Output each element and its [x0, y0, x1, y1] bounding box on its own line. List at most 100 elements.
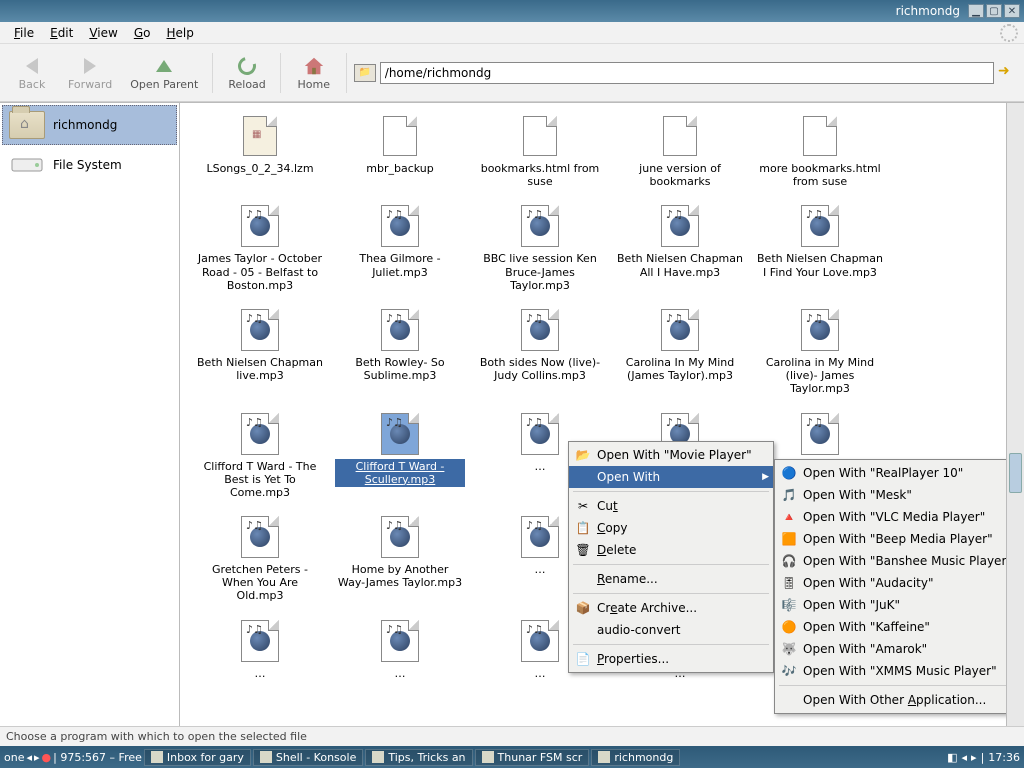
place-label: richmondg — [53, 118, 117, 132]
file-item[interactable]: ♪♫Carolina in My Mind (live)- James Tayl… — [750, 307, 890, 397]
file-name: Both sides Now (live)- Judy Collins.mp3 — [475, 355, 605, 383]
file-icon: ▦ — [237, 113, 283, 159]
task-icon — [151, 751, 163, 763]
back-button[interactable]: Back — [6, 52, 58, 93]
forward-button[interactable]: Forward — [60, 52, 120, 93]
menu-view[interactable]: View — [81, 24, 125, 42]
menu-edit[interactable]: Edit — [42, 24, 81, 42]
reload-button[interactable]: Reload — [220, 52, 273, 93]
file-name: … — [533, 459, 548, 474]
file-name: … — [393, 666, 408, 681]
ctx-properties[interactable]: 📄Properties... — [569, 648, 773, 670]
file-item[interactable]: ♪♫Thea Gilmore - Juliet.mp3 — [330, 203, 470, 293]
ctx-rename[interactable]: Rename... — [569, 568, 773, 590]
window-close-button[interactable]: ✕ — [1004, 4, 1020, 18]
workspace-pager[interactable]: one ◂ ▸ — [4, 751, 40, 764]
file-name: James Taylor - October Road - 05 - Belfa… — [195, 251, 325, 293]
ctx-create-archive[interactable]: 📦Create Archive... — [569, 597, 773, 619]
file-item[interactable]: ♪♫Beth Nielsen Chapman I Find Your Love.… — [750, 203, 890, 293]
submenu-open-with-app[interactable]: 🎶Open With "XMMS Music Player" — [775, 660, 1006, 682]
submenu-open-with-app[interactable]: 🎚Open With "Audacity" — [775, 572, 1006, 594]
home-button[interactable]: Home — [288, 52, 340, 93]
submenu-open-with-app[interactable]: 🟧Open With "Beep Media Player" — [775, 528, 1006, 550]
file-icon: ♪♫ — [517, 618, 563, 664]
file-item[interactable]: ♪♫Carolina In My Mind (James Taylor).mp3 — [610, 307, 750, 397]
file-name: … — [253, 666, 268, 681]
reload-icon — [235, 54, 259, 78]
window-maximize-button[interactable]: ▢ — [986, 4, 1002, 18]
open-parent-label: Open Parent — [130, 78, 198, 91]
vertical-scrollbar[interactable] — [1006, 103, 1024, 726]
task-icon — [372, 751, 384, 763]
submenu-open-with-app[interactable]: 🎼Open With "JuK" — [775, 594, 1006, 616]
file-name: … — [533, 562, 548, 577]
file-icon: ♪♫ — [377, 203, 423, 249]
back-label: Back — [19, 78, 46, 91]
file-name: LSongs_0_2_34.lzm — [204, 161, 315, 176]
file-item[interactable]: ♪♫Clifford T Ward - The Best is Yet To C… — [190, 411, 330, 501]
copy-icon: 📋 — [575, 520, 591, 536]
tray-icon[interactable]: ◂ — [962, 751, 968, 764]
tray-icon[interactable]: ▸ — [971, 751, 977, 764]
file-item[interactable]: june version of bookmarks — [610, 113, 750, 189]
tray-icon[interactable]: ◧ — [947, 751, 957, 764]
reload-label: Reload — [228, 78, 265, 91]
ctx-audio-convert[interactable]: audio-convert — [569, 619, 773, 641]
taskbar-task[interactable]: Tips, Tricks an — [365, 749, 472, 766]
menu-file[interactable]: FFileile — [6, 24, 42, 42]
pager-left-icon[interactable]: ◂ — [26, 751, 32, 764]
file-icon: ♪♫ — [237, 618, 283, 664]
menu-go[interactable]: Go — [126, 24, 159, 42]
file-item[interactable]: ♪♫Beth Rowley- So Sublime.mp3 — [330, 307, 470, 397]
task-icon — [598, 751, 610, 763]
file-item[interactable]: bookmarks.html from suse — [470, 113, 610, 189]
submenu-open-with-app[interactable]: 🎵Open With "Mesk" — [775, 484, 1006, 506]
window-titlebar: richmondg ▁ ▢ ✕ — [0, 0, 1024, 22]
taskbar-task[interactable]: richmondg — [591, 749, 680, 766]
arrow-up-icon — [152, 54, 176, 78]
file-item[interactable]: ♪♫… — [330, 618, 470, 681]
pager-right-icon[interactable]: ▸ — [34, 751, 40, 764]
place-home[interactable]: ⌂ richmondg — [2, 105, 177, 145]
file-item[interactable]: ♪♫Gretchen Peters - When You Are Old.mp3 — [190, 514, 330, 604]
submenu-open-with-app[interactable]: 🎧Open With "Banshee Music Player" — [775, 550, 1006, 572]
window-minimize-button[interactable]: ▁ — [968, 4, 984, 18]
file-item[interactable]: ♪♫ … — [190, 618, 330, 681]
taskbar-task[interactable]: Thunar FSM scr — [475, 749, 590, 766]
drive-icon — [9, 152, 45, 178]
app-icon: 🎚 — [781, 575, 797, 591]
file-item[interactable]: ▦ LSongs_0_2_34.lzm — [190, 113, 330, 189]
ctx-copy[interactable]: 📋Copy — [569, 517, 773, 539]
file-item[interactable]: ♪♫BBC live session Ken Bruce-James Taylo… — [470, 203, 610, 293]
app-icon: 🔺 — [781, 509, 797, 525]
file-item[interactable]: ♪♫James Taylor - October Road - 05 - Bel… — [190, 203, 330, 293]
submenu-open-with-app[interactable]: 🐺Open With "Amarok" — [775, 638, 1006, 660]
place-filesystem[interactable]: File System — [2, 145, 177, 185]
submenu-open-with-app[interactable]: 🔵Open With "RealPlayer 10" — [775, 462, 1006, 484]
ctx-open-with-default[interactable]: 📂 Open With "Movie Player" — [569, 444, 773, 466]
file-item[interactable]: more bookmarks.html from suse — [750, 113, 890, 189]
file-name: bookmarks.html from suse — [475, 161, 605, 189]
ctx-open-with-submenu[interactable]: Open With ▶ — [569, 466, 773, 488]
open-parent-button[interactable]: Open Parent — [122, 52, 206, 93]
menu-help[interactable]: Help — [158, 24, 201, 42]
file-item[interactable]: ♪♫Clifford T Ward - Scullery.mp3 — [330, 411, 470, 501]
submenu-open-with-app[interactable]: 🔺Open With "VLC Media Player" — [775, 506, 1006, 528]
go-icon[interactable]: ➜ — [998, 63, 1018, 83]
icon-view[interactable]: ▦ LSongs_0_2_34.lzm mbr_backupbookmarks.ht… — [180, 103, 1006, 726]
file-item[interactable]: mbr_backup — [330, 113, 470, 189]
file-item[interactable]: ♪♫Home by Another Way-James Taylor.mp3 — [330, 514, 470, 604]
app-icon: 🎵 — [781, 487, 797, 503]
taskbar-task[interactable]: Shell - Konsole — [253, 749, 363, 766]
submenu-open-with-other[interactable]: Open With Other Application... — [775, 689, 1006, 711]
file-item[interactable]: ♪♫Both sides Now (live)- Judy Collins.mp… — [470, 307, 610, 397]
ctx-delete[interactable]: 🗑Delete — [569, 539, 773, 561]
file-icon — [657, 113, 703, 159]
file-item[interactable]: ♪♫Beth Nielsen Chapman live.mp3 — [190, 307, 330, 397]
submenu-open-with-app[interactable]: 🟠Open With "Kaffeine" — [775, 616, 1006, 638]
scrollbar-thumb[interactable] — [1009, 453, 1022, 493]
location-input[interactable] — [380, 62, 994, 84]
taskbar-task[interactable]: Inbox for gary — [144, 749, 251, 766]
file-item[interactable]: ♪♫Beth Nielsen Chapman All I Have.mp3 — [610, 203, 750, 293]
ctx-cut[interactable]: ✂Cut — [569, 495, 773, 517]
